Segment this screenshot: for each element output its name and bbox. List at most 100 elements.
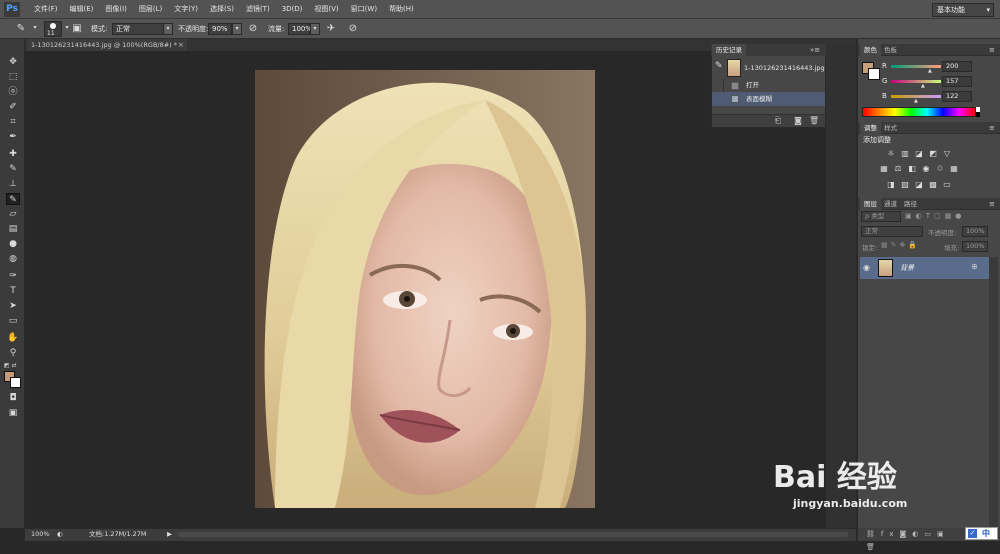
color-spectrum-ramp[interactable] (862, 107, 976, 117)
vibrance-icon[interactable]: ▽ (942, 149, 952, 159)
fill-input[interactable]: 100% (962, 241, 988, 252)
black-swatch[interactable] (976, 112, 980, 117)
channel-g-input[interactable]: 157 (942, 76, 972, 87)
menu-layer[interactable]: 图层(L) (133, 0, 168, 19)
menu-filter[interactable]: 滤镜(T) (240, 0, 276, 19)
camera-snapshot-icon[interactable]: ◙ (793, 114, 803, 127)
tab-layers[interactable]: 图层 (860, 198, 881, 210)
pressure-size-icon[interactable]: ⊘ (346, 22, 360, 36)
menu-3d[interactable]: 3D(D) (276, 0, 309, 19)
shape-tool-icon[interactable]: ▭ (6, 315, 20, 327)
ime-indicator[interactable]: ✓ 中 (965, 527, 998, 540)
pen-tool-icon[interactable]: ✑ (6, 270, 20, 282)
eyedropper-tool-icon[interactable]: ✒ (6, 131, 20, 143)
levels-icon[interactable]: ▥ (900, 149, 910, 159)
history-snapshot[interactable]: 1-130126231416443.jpg (712, 58, 825, 78)
tab-paths[interactable]: 路径 (900, 198, 921, 210)
history-brush-tool-icon[interactable]: ✎ (6, 193, 20, 205)
tab-swatches[interactable]: 色板 (880, 44, 901, 56)
color-balance-icon[interactable]: ⚖ (893, 164, 903, 174)
path-select-tool-icon[interactable]: ➤ (6, 300, 20, 312)
menu-view[interactable]: 视图(V) (308, 0, 344, 19)
posterize-icon[interactable]: ▨ (900, 180, 910, 190)
mode-select[interactable]: 正常 (112, 23, 164, 35)
channel-mixer-icon[interactable]: ♲ (935, 164, 945, 174)
history-step-surface-blur[interactable]: 表面模糊 (712, 92, 825, 106)
brush-tool-icon[interactable]: ✎ (6, 163, 20, 175)
status-info-icon[interactable]: ◐ (57, 528, 63, 541)
channel-r-slider[interactable] (891, 65, 941, 68)
slider-thumb-icon[interactable]: ▲ (928, 69, 933, 74)
black-white-icon[interactable]: ◧ (907, 164, 917, 174)
menu-window[interactable]: 窗口(W) (345, 0, 383, 19)
close-document-icon[interactable]: × (178, 39, 186, 51)
crop-tool-icon[interactable]: ⌗ (6, 116, 20, 128)
panel-menu-icon[interactable]: ≡ (989, 44, 995, 56)
layers-footer-icons[interactable]: ⛓fx◙◐▭▣🗑 (866, 528, 962, 551)
marquee-tool-icon[interactable]: ⬚ (6, 71, 20, 83)
layer-filter-icons[interactable]: ▣◐T▢▦● (905, 211, 990, 222)
channel-r-input[interactable]: 200 (942, 61, 972, 72)
quick-select-tool-icon[interactable]: ✐ (6, 101, 20, 113)
swap-colors-icon[interactable]: ◩ ⇄ (4, 362, 22, 370)
flow-dropdown-arrow[interactable]: ▾ (310, 23, 320, 35)
clone-stamp-tool-icon[interactable]: ⊥ (6, 178, 20, 190)
photo-filter-icon[interactable]: ◉ (921, 164, 931, 174)
opacity-input[interactable]: 90% (208, 23, 232, 35)
menu-select[interactable]: 选择(S) (204, 0, 240, 19)
channel-g-slider[interactable] (891, 80, 941, 83)
layer-opacity-input[interactable]: 100% (962, 226, 988, 237)
menu-help[interactable]: 帮助(H) (383, 0, 420, 19)
new-document-from-state-icon[interactable]: ⎗ (773, 114, 783, 127)
hand-tool-icon[interactable]: ✋ (6, 332, 20, 344)
channel-b-input[interactable]: 122 (942, 91, 972, 102)
trash-icon[interactable]: 🗑 (809, 114, 819, 127)
status-menu-arrow-icon[interactable]: ▶ (167, 528, 172, 541)
horizontal-scrollbar[interactable] (178, 532, 848, 537)
panel-menu-icon[interactable]: ≡ (989, 198, 995, 210)
opacity-dropdown-arrow[interactable]: ▾ (232, 23, 242, 35)
zoom-tool-icon[interactable]: ⚲ (6, 347, 20, 359)
layer-filter-select[interactable]: ρ 类型 (861, 211, 901, 222)
screen-mode-icon[interactable]: ▣ (6, 407, 20, 419)
tab-styles[interactable]: 样式 (880, 122, 901, 134)
document-image[interactable] (255, 70, 595, 508)
pressure-opacity-icon[interactable]: ⊘ (246, 22, 260, 36)
history-panel-title[interactable]: 历史记录 (712, 44, 746, 56)
threshold-icon[interactable]: ◪ (914, 180, 924, 190)
zoom-level[interactable]: 100% (31, 528, 50, 541)
hue-saturation-icon[interactable]: ▦ (879, 164, 889, 174)
document-tab[interactable]: 1-130126231416443.jpg @ 100%(RGB/8#) * (27, 39, 187, 51)
tab-adjustments[interactable]: 调整 (860, 122, 881, 134)
brush-panel-icon[interactable]: ▣ (70, 22, 84, 36)
blend-mode-select[interactable]: 正常 (861, 226, 923, 237)
gradient-map-icon[interactable]: ▭ (942, 180, 952, 190)
brightness-contrast-icon[interactable]: ☼ (886, 149, 896, 159)
dodge-tool-icon[interactable]: ◍ (6, 253, 20, 265)
background-color-swatch[interactable] (10, 377, 21, 388)
exposure-icon[interactable]: ◩ (928, 149, 938, 159)
menu-type[interactable]: 文字(Y) (168, 0, 204, 19)
curves-icon[interactable]: ◪ (914, 149, 924, 159)
type-tool-icon[interactable]: T (6, 285, 20, 297)
panel-menu-icon[interactable]: »≡ (810, 44, 824, 56)
menu-image[interactable]: 图像(I) (99, 0, 133, 19)
tool-preset-dropdown[interactable]: ▾ (30, 23, 40, 35)
tab-color[interactable]: 颜色 (860, 44, 881, 56)
menu-file[interactable]: 文件(F) (28, 0, 64, 19)
color-lookup-icon[interactable]: ▦ (949, 164, 959, 174)
visibility-eye-icon[interactable]: ◉ (863, 263, 870, 272)
workspace-switcher[interactable]: 基本功能 ▾ (932, 3, 994, 17)
tab-channels[interactable]: 通道 (880, 198, 901, 210)
selective-color-icon[interactable]: ▩ (928, 180, 938, 190)
lock-icons[interactable]: ▦✎✥🔒 (881, 241, 920, 249)
layer-name[interactable]: 背景 (900, 263, 914, 273)
gradient-tool-icon[interactable]: ▤ (6, 223, 20, 235)
layers-scrollbar[interactable] (989, 257, 998, 528)
lasso-tool-icon[interactable]: ⓞ (6, 86, 20, 98)
healing-brush-tool-icon[interactable]: ✚ (6, 148, 20, 160)
bg-color-chip[interactable] (868, 68, 880, 80)
flow-input[interactable]: 100% (288, 23, 312, 35)
slider-thumb-icon[interactable]: ▲ (914, 99, 919, 104)
slider-thumb-icon[interactable]: ▲ (921, 84, 926, 89)
